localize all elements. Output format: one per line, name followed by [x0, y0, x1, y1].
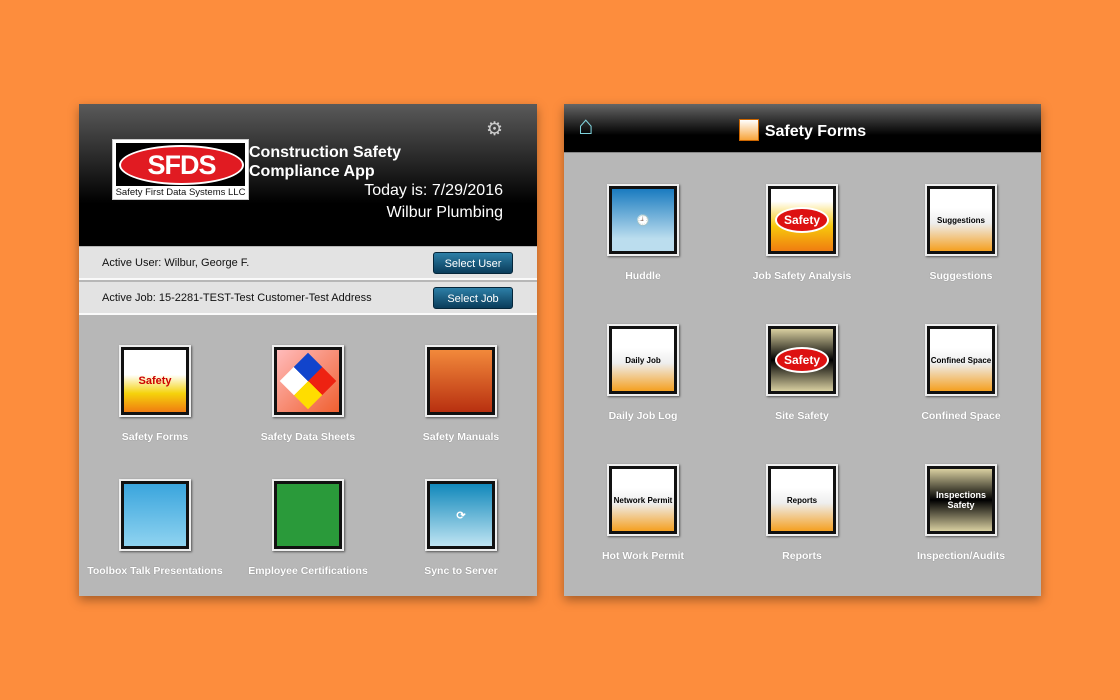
tile-daily-job-log[interactable]: Daily Job Daily Job Log: [573, 324, 713, 422]
inspection-audits-icon: Inspections Safety: [925, 464, 997, 536]
page-title: Safety Forms: [564, 119, 1041, 141]
tile-reports[interactable]: Reports Reports: [732, 464, 872, 562]
confined-space-icon: Confined Space: [925, 324, 997, 396]
active-user-row: Active User: Wilbur, George F. Select Us…: [79, 247, 537, 280]
safety-forms-header: ⌂ Safety Forms: [564, 104, 1041, 153]
certificate-icon: [272, 479, 344, 551]
manuals-books-icon: [425, 345, 497, 417]
reports-icon: Reports: [766, 464, 838, 536]
sync-computer-icon: ⟳: [425, 479, 497, 551]
active-user-label: Active User: Wilbur, George F.: [102, 257, 250, 269]
tile-safety-forms[interactable]: Safety Safety Forms: [85, 345, 225, 443]
tile-safety-data-sheets[interactable]: Safety Data Sheets: [238, 345, 378, 443]
gear-icon[interactable]: ⚙: [486, 120, 504, 139]
tile-confined-space[interactable]: Confined Space Confined Space: [891, 324, 1031, 422]
site-safety-icon: Safety: [766, 324, 838, 396]
suggestions-icon: Suggestions: [925, 184, 997, 256]
active-job-label: Active Job: 15-2281-TEST-Test Customer-T…: [102, 292, 372, 304]
job-safety-analysis-icon: Safety: [766, 184, 838, 256]
select-job-button[interactable]: Select Job: [433, 287, 513, 309]
tile-employee-certifications[interactable]: Employee Certifications: [238, 479, 378, 577]
hot-work-permit-icon: Network Permit: [607, 464, 679, 536]
active-job-row: Active Job: 15-2281-TEST-Test Customer-T…: [79, 282, 537, 315]
tile-inspection-audits[interactable]: Inspections Safety Inspection/Audits: [891, 464, 1031, 562]
tile-hot-work-permit[interactable]: Network Permit Hot Work Permit: [573, 464, 713, 562]
tile-toolbox-talk[interactable]: Toolbox Talk Presentations: [85, 479, 225, 577]
select-user-button[interactable]: Select User: [433, 252, 513, 274]
tile-safety-manuals[interactable]: Safety Manuals: [391, 345, 531, 443]
main-menu-panel: SFDS Safety First Data Systems LLC Const…: [79, 104, 537, 596]
tile-suggestions[interactable]: Suggestions Suggestions: [891, 184, 1031, 282]
tile-sync-to-server[interactable]: ⟳ Sync to Server: [391, 479, 531, 577]
today-date: Today is: 7/29/2016: [364, 182, 503, 199]
company-name: Wilbur Plumbing: [386, 204, 503, 221]
hazard-diamond-icon: [272, 345, 344, 417]
tile-job-safety-analysis[interactable]: Safety Job Safety Analysis: [732, 184, 872, 282]
tile-huddle[interactable]: 🕘 Huddle: [573, 184, 713, 282]
app-title: Construction Safety Compliance App: [249, 144, 402, 180]
tile-site-safety[interactable]: Safety Site Safety: [732, 324, 872, 422]
safety-forms-panel: ⌂ Safety Forms 🕘 Huddle Safety Job Safet…: [564, 104, 1041, 596]
daily-job-log-icon: Daily Job: [607, 324, 679, 396]
safety-forms-icon: Safety: [119, 345, 191, 417]
toolbox-icon: [119, 479, 191, 551]
sfds-logo: SFDS Safety First Data Systems LLC: [112, 139, 249, 200]
app-header: SFDS Safety First Data Systems LLC Const…: [79, 104, 537, 246]
safety-forms-icon: [738, 119, 759, 141]
huddle-icon: 🕘: [607, 184, 679, 256]
